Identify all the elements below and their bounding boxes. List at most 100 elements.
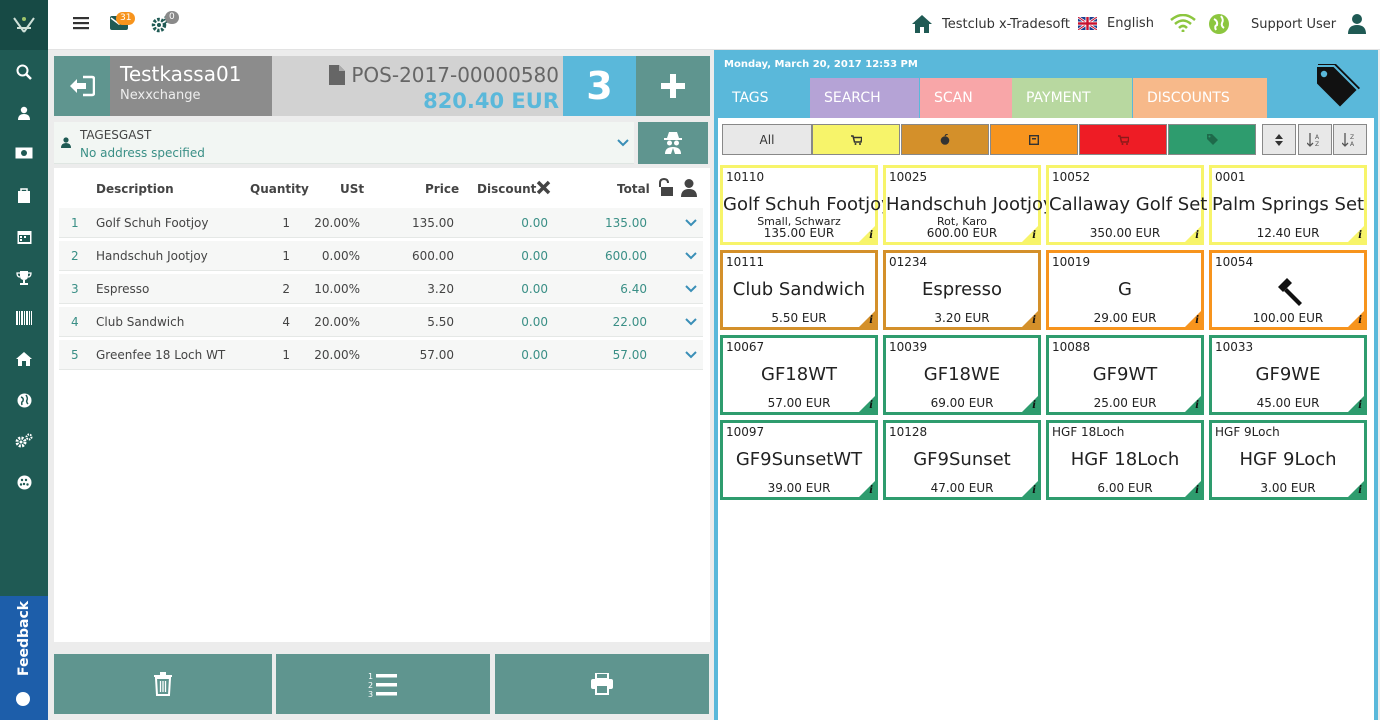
row-quantity: 1 (282, 216, 290, 230)
tab-scan[interactable]: SCAN (920, 78, 1012, 118)
search-icon[interactable] (14, 62, 34, 82)
row-vat: 0.00% (321, 249, 360, 263)
user-icon[interactable] (14, 103, 34, 123)
table-row[interactable]: 4 Club Sandwich 4 20.00% 5.50 0.00 22.00 (59, 307, 703, 337)
product-card[interactable]: 10097 GF9SunsetWT 39.00 EUR i (720, 420, 878, 500)
sort-alpha-desc-icon: ZA (1342, 132, 1355, 147)
apple-icon (940, 134, 950, 145)
product-card[interactable]: 10054 100.00 EUR i (1209, 250, 1367, 330)
row-discount: 0.00 (521, 348, 548, 362)
add-button[interactable] (636, 56, 710, 116)
row-number: 4 (71, 315, 79, 329)
print-button[interactable] (495, 654, 709, 714)
info-icon[interactable]: i (1358, 230, 1362, 241)
barcode-icon[interactable] (14, 308, 34, 328)
app-logo[interactable] (0, 0, 48, 50)
product-card[interactable]: 10128 GF9Sunset 47.00 EUR i (883, 420, 1041, 500)
info-icon[interactable]: i (1195, 400, 1199, 411)
sort-alpha-asc-button[interactable]: AZ (1298, 124, 1332, 155)
chevron-down-icon[interactable] (685, 219, 697, 227)
home-icon[interactable] (14, 349, 34, 369)
plus-icon (661, 74, 685, 98)
product-card[interactable]: HGF 18Loch HGF 18Loch 6.00 EUR i (1046, 420, 1204, 500)
product-card[interactable]: 0001 Palm Springs Set 12.40 EUR i (1209, 165, 1367, 245)
tab-discounts[interactable]: DISCOUNTS (1133, 78, 1267, 118)
golf-ball-icon[interactable] (14, 472, 34, 492)
customer-selector[interactable]: TAGESGAST No address specified (54, 122, 634, 164)
info-icon[interactable]: i (1358, 315, 1362, 326)
numbered-list-button[interactable]: 123 (276, 654, 490, 714)
sort-alpha-desc-button[interactable]: ZA (1333, 124, 1367, 155)
settings-icon[interactable] (14, 431, 34, 451)
filter-food[interactable] (901, 124, 989, 155)
info-icon[interactable]: i (1195, 485, 1199, 496)
clear-discount-icon[interactable] (536, 180, 551, 195)
product-id: 10019 (1052, 255, 1091, 269)
bag-icon[interactable] (14, 185, 34, 205)
product-card[interactable]: 10067 GF18WT 57.00 EUR i (720, 335, 878, 415)
product-card[interactable]: 10052 Callaway Golf Set 350.00 EUR i (1046, 165, 1207, 245)
info-icon[interactable]: i (1358, 485, 1362, 496)
row-vat: 20.00% (314, 348, 360, 362)
filter-cart[interactable] (812, 124, 900, 155)
info-icon[interactable]: i (1195, 230, 1199, 241)
info-icon[interactable]: i (869, 230, 873, 241)
tab-search[interactable]: SEARCH (810, 78, 919, 118)
product-card[interactable]: 10025 Handschuh Jootjoy Rot, Karo 600.00 EU… (883, 165, 1054, 245)
info-icon[interactable]: i (1032, 485, 1036, 496)
trophy-icon[interactable] (14, 267, 34, 287)
tab-payment[interactable]: PAYMENT (1012, 78, 1132, 118)
info-icon[interactable]: i (869, 400, 873, 411)
row-price: 600.00 (412, 249, 454, 263)
tab-tags[interactable]: TAGS (718, 78, 809, 118)
table-row[interactable]: 5 Greenfee 18 Loch WT 1 20.00% 57.00 0.0… (59, 340, 703, 370)
back-button[interactable] (54, 56, 110, 116)
club-link[interactable]: Testclub x-Tradesoft (912, 15, 1070, 33)
info-icon[interactable]: i (1032, 400, 1036, 411)
unlock-icon[interactable] (656, 178, 674, 197)
cash-icon[interactable] (14, 143, 34, 163)
table-row[interactable]: 2 Handschuh Jootjoy 1 0.00% 600.00 0.00 … (59, 241, 703, 271)
globe-icon[interactable] (14, 390, 34, 410)
chevron-down-icon[interactable] (685, 285, 697, 293)
product-card[interactable]: 10110 Golf Schuh Footjoy Small, Schwarz 135… (720, 165, 892, 245)
user-icon[interactable] (681, 179, 697, 197)
language-selector[interactable]: English (1078, 16, 1154, 31)
user-menu[interactable]: Support User (1251, 14, 1367, 34)
product-card[interactable]: 10033 GF9WE 45.00 EUR i (1209, 335, 1367, 415)
calendar-icon[interactable] (14, 226, 34, 246)
product-card[interactable]: 10088 GF9WT 25.00 EUR i (1046, 335, 1204, 415)
info-icon[interactable]: i (1032, 230, 1036, 241)
product-id: 10110 (726, 170, 765, 184)
table-row[interactable]: 1 Golf Schuh Footjoy 1 20.00% 135.00 0.0… (59, 208, 703, 238)
user-icon (1348, 14, 1367, 34)
delete-button[interactable] (54, 654, 272, 714)
row-description: Espresso (96, 282, 150, 296)
feedback-tab[interactable]: Feedback (0, 596, 48, 720)
filter-box[interactable] (990, 124, 1078, 155)
info-icon[interactable]: i (869, 315, 873, 326)
info-icon[interactable]: i (1195, 315, 1199, 326)
product-card[interactable]: 10039 GF18WE 69.00 EUR i (883, 335, 1041, 415)
product-card[interactable]: 01234 Espresso 3.20 EUR i (883, 250, 1041, 330)
product-id: 10128 (889, 425, 928, 439)
document-icon (329, 65, 346, 85)
anonymous-customer-button[interactable] (638, 122, 708, 164)
table-row[interactable]: 3 Espresso 2 10.00% 3.20 0.00 6.40 (59, 274, 703, 304)
info-icon[interactable]: i (1358, 400, 1362, 411)
chevron-down-icon[interactable] (685, 351, 697, 359)
filter-tag[interactable] (1168, 124, 1256, 155)
product-card[interactable]: 10019 G 29.00 EUR i (1046, 250, 1204, 330)
chevron-down-icon[interactable] (685, 252, 697, 260)
filter-cart-red[interactable] (1079, 124, 1167, 155)
info-icon[interactable]: i (1032, 315, 1036, 326)
chevron-down-icon[interactable] (685, 318, 697, 326)
product-card[interactable]: HGF 9Loch HGF 9Loch 3.00 EUR i (1209, 420, 1367, 500)
product-price: 5.50 EUR (771, 311, 827, 325)
product-card[interactable]: 10111 Club Sandwich 5.50 EUR i (720, 250, 878, 330)
item-count[interactable]: 3 (563, 56, 636, 116)
filter-all[interactable]: All (722, 124, 812, 155)
info-icon[interactable]: i (869, 485, 873, 496)
menu-icon[interactable] (73, 16, 89, 30)
sort-button[interactable] (1262, 124, 1296, 155)
